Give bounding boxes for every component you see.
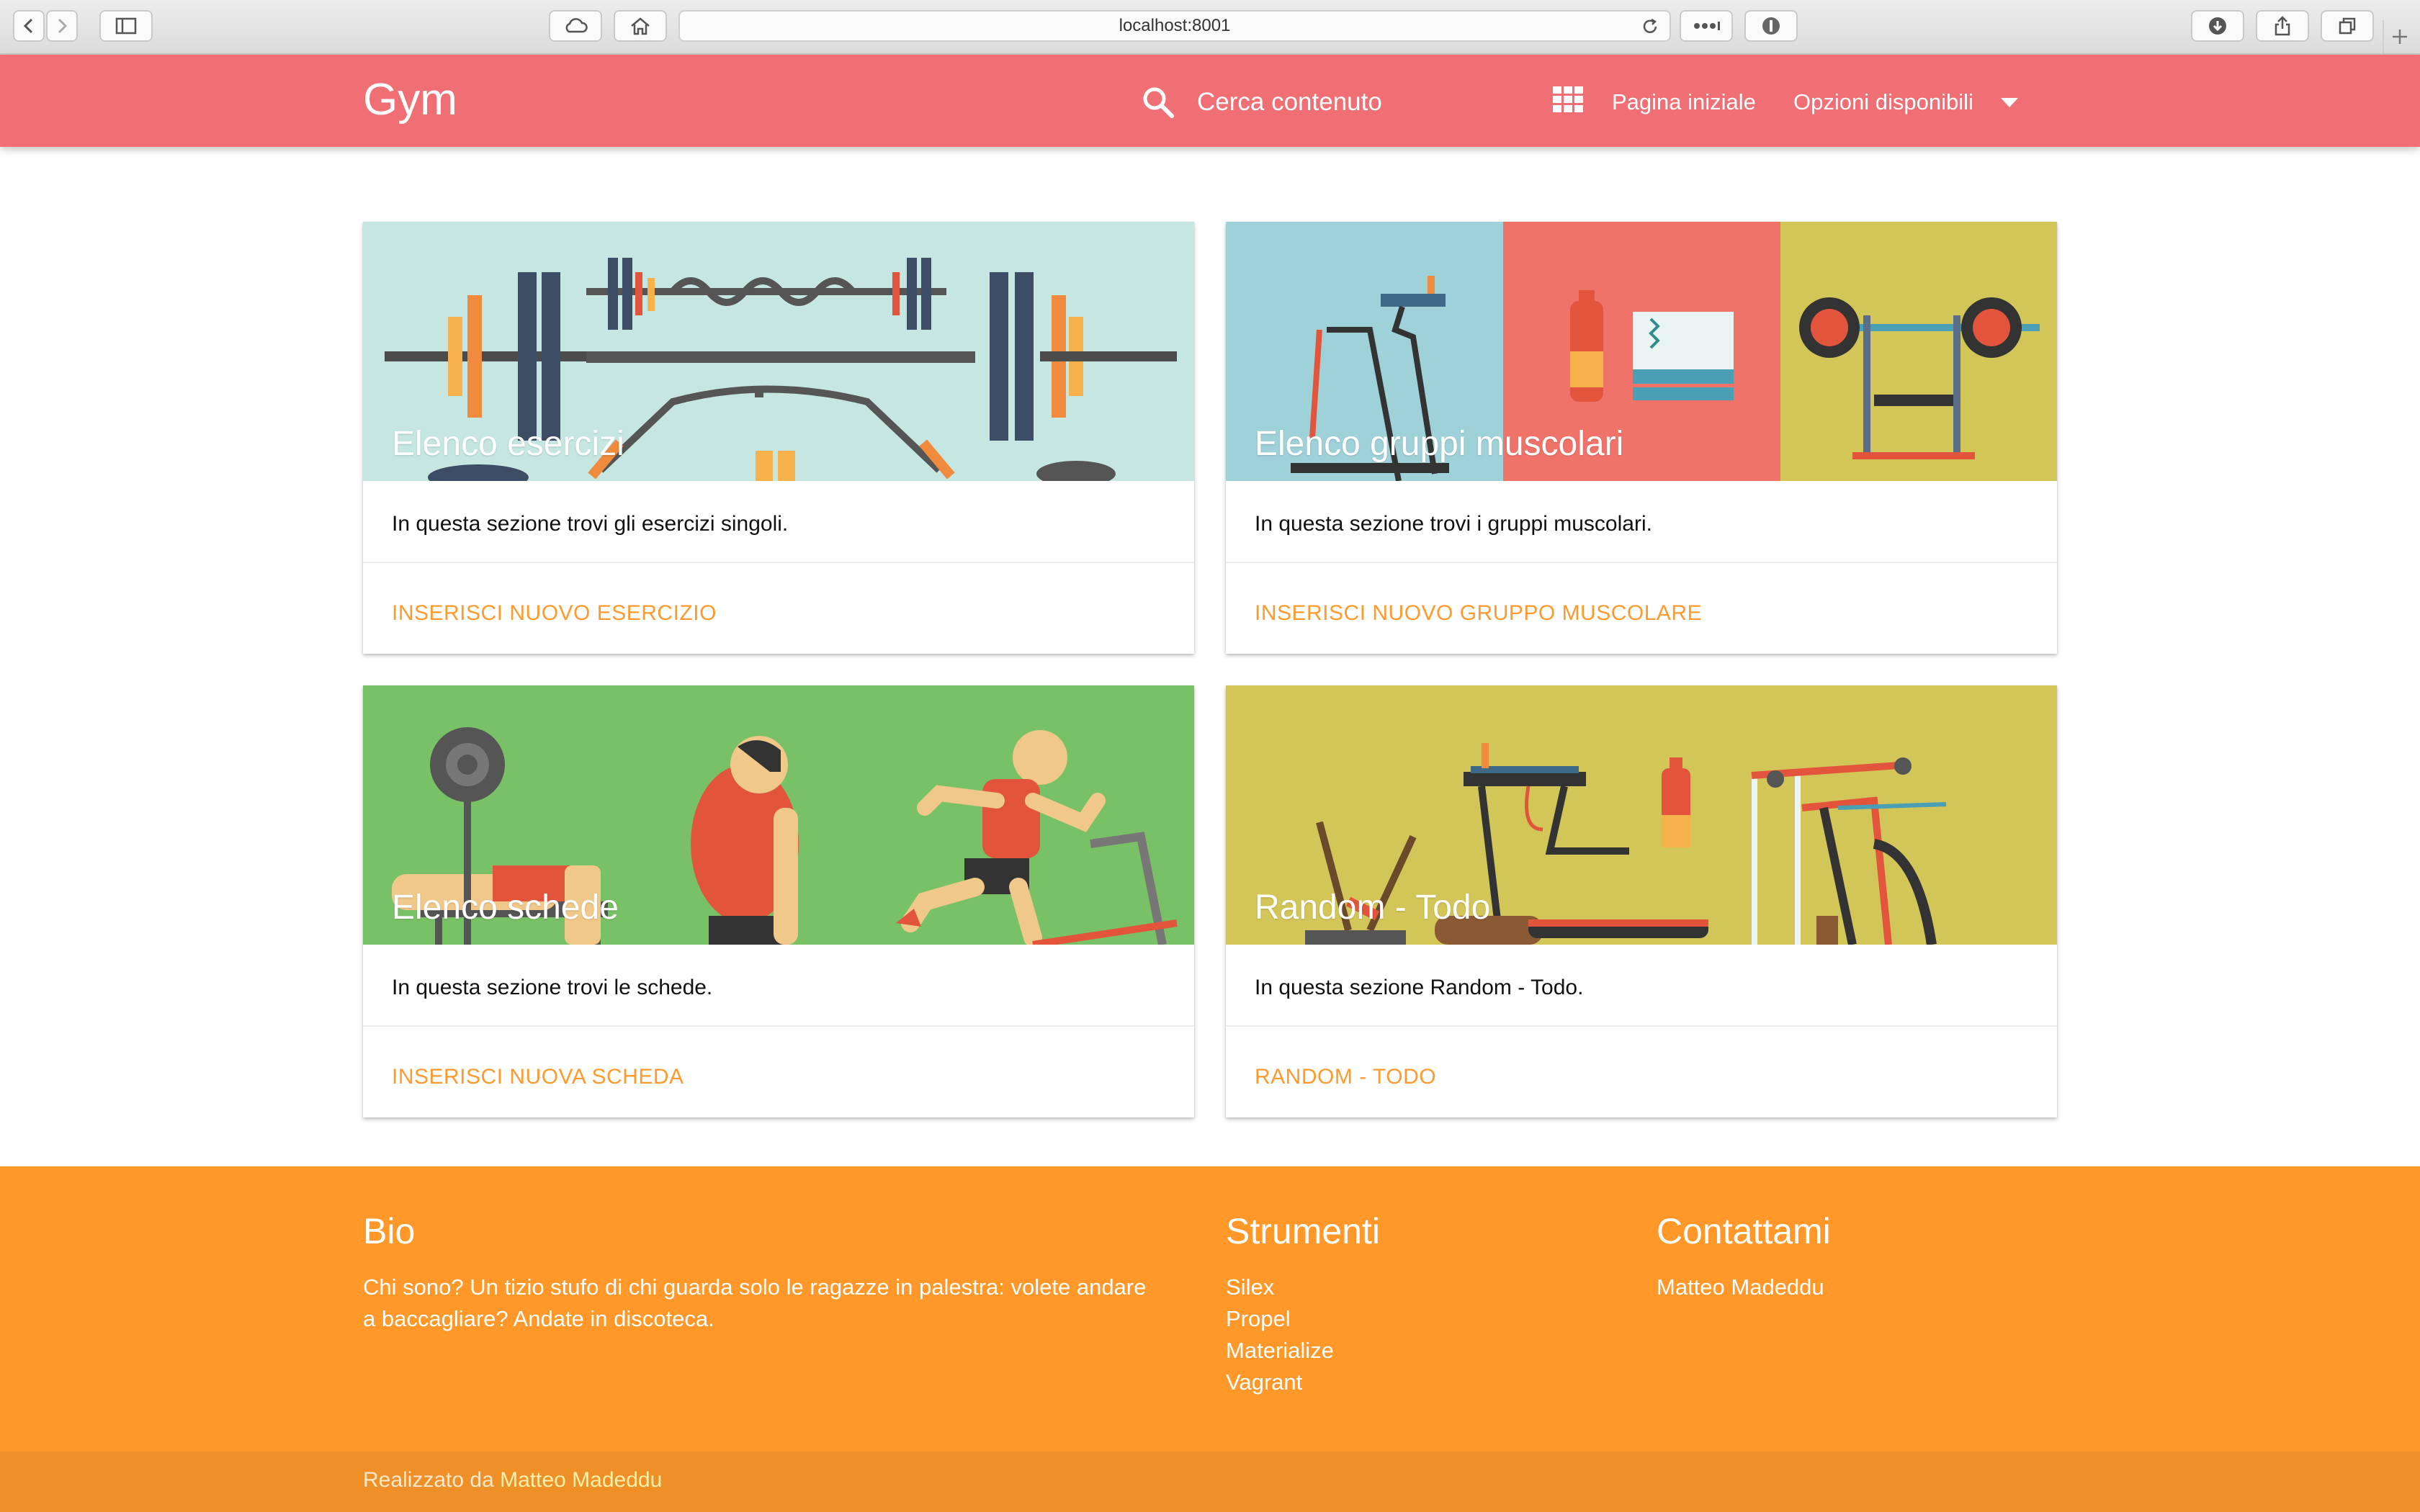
- card-description: In questa sezione trovi gli esercizi sin…: [363, 481, 1194, 563]
- page-footer: Bio Chi sono? Un tizio stufo di chi guar…: [0, 1166, 2420, 1452]
- copyright-author-link[interactable]: Matteo Madeddu: [500, 1468, 662, 1492]
- home-button[interactable]: [614, 10, 667, 42]
- card-workouts: Elenco schede In questa sezione trovi le…: [363, 685, 1194, 1117]
- chevron-left-icon: [23, 18, 33, 34]
- card-description: In questa sezione trovi i gruppi muscola…: [1226, 481, 2057, 563]
- copyright-prefix: Realizzato da: [363, 1468, 494, 1492]
- reload-icon[interactable]: [1641, 17, 1659, 36]
- copyright-text: Realizzato da Matteo Madeddu: [363, 1464, 662, 1496]
- browser-toolbar: localhost:8001: [0, 0, 2420, 55]
- card-exercises: Elenco esercizi In questa sezione trovi …: [363, 222, 1194, 654]
- tools-list: Silex Propel Materialize Vagrant: [1226, 1272, 1334, 1398]
- bio-text: Chi sono? Un tizio stufo di chi guarda s…: [363, 1274, 1147, 1331]
- plus-icon: [2393, 30, 2407, 44]
- contact-name-link[interactable]: Matteo Madeddu: [1657, 1272, 1824, 1303]
- add-muscle-group-link[interactable]: INSERISCI NUOVO GRUPPO MUSCOLARE: [1255, 592, 1702, 635]
- add-exercise-link[interactable]: INSERISCI NUOVO ESERCIZIO: [392, 592, 717, 635]
- nav-options-dropdown[interactable]: Opzioni disponibili: [1793, 86, 1973, 118]
- card-muscle-groups: Elenco gruppi muscolari In questa sezion…: [1226, 222, 2057, 654]
- apps-grid-icon[interactable]: [1553, 86, 1585, 112]
- search-placeholder: Cerca contenuto: [1197, 88, 1382, 116]
- privacy-button[interactable]: [1744, 10, 1798, 42]
- card-title: Elenco gruppi muscolari: [1255, 425, 1624, 463]
- house-icon: [631, 17, 650, 35]
- sidebar-toggle-button[interactable]: [99, 10, 153, 42]
- tool-link-vagrant[interactable]: Vagrant: [1226, 1367, 1334, 1398]
- chevron-right-icon: [58, 18, 68, 34]
- tool-link-silex[interactable]: Silex: [1226, 1272, 1334, 1303]
- card-title: Elenco esercizi: [392, 425, 624, 463]
- address-bar[interactable]: localhost:8001: [678, 10, 1671, 42]
- share-button[interactable]: [2256, 10, 2309, 42]
- random-todo-link[interactable]: RANDOM - TODO: [1255, 1056, 1436, 1099]
- card-random-todo: Random - Todo In questa sezione Random -…: [1226, 685, 2057, 1117]
- cloud-icon: [565, 18, 588, 33]
- card-description: In questa sezione trovi le schede.: [363, 945, 1194, 1027]
- card-title: Random - Todo: [1255, 888, 1491, 927]
- card-title: Elenco schede: [392, 888, 619, 927]
- tool-link-materialize[interactable]: Materialize: [1226, 1335, 1334, 1367]
- shield-icon: [1762, 17, 1780, 35]
- contact-heading: Contattami: [1657, 1211, 1831, 1251]
- back-button[interactable]: [13, 10, 45, 42]
- top-navbar: Gym Cerca contenuto Pagina iniziale Opzi…: [0, 55, 2420, 147]
- nav-home-link[interactable]: Pagina iniziale: [1612, 86, 1756, 118]
- forward-button[interactable]: [46, 10, 78, 42]
- card-description: In questa sezione Random - Todo.: [1226, 945, 2057, 1027]
- icloud-button[interactable]: [549, 10, 602, 42]
- sidebar-icon: [115, 17, 137, 35]
- search-box[interactable]: Cerca contenuto: [1141, 81, 1382, 124]
- downloads-button[interactable]: [2191, 10, 2244, 42]
- copyright-bar: Realizzato da Matteo Madeddu: [0, 1452, 2420, 1512]
- bio-heading: Bio: [363, 1211, 416, 1251]
- dropdown-caret-icon[interactable]: [2001, 98, 2018, 107]
- share-icon: [2275, 16, 2290, 36]
- search-icon: [1143, 87, 1174, 118]
- download-icon: [2209, 17, 2226, 35]
- brand-logo[interactable]: Gym: [363, 75, 457, 125]
- new-tab-button[interactable]: [2383, 20, 2416, 53]
- extensions-button[interactable]: [1680, 10, 1733, 42]
- tabs-overview-button[interactable]: [2321, 10, 2374, 42]
- add-workout-link[interactable]: INSERISCI NUOVA SCHEDA: [392, 1056, 684, 1099]
- tabs-icon: [2339, 17, 2356, 35]
- url-text: localhost:8001: [1119, 16, 1231, 35]
- tool-link-propel[interactable]: Propel: [1226, 1303, 1334, 1335]
- more-icon: [1694, 22, 1720, 30]
- tools-heading: Strumenti: [1226, 1211, 1380, 1251]
